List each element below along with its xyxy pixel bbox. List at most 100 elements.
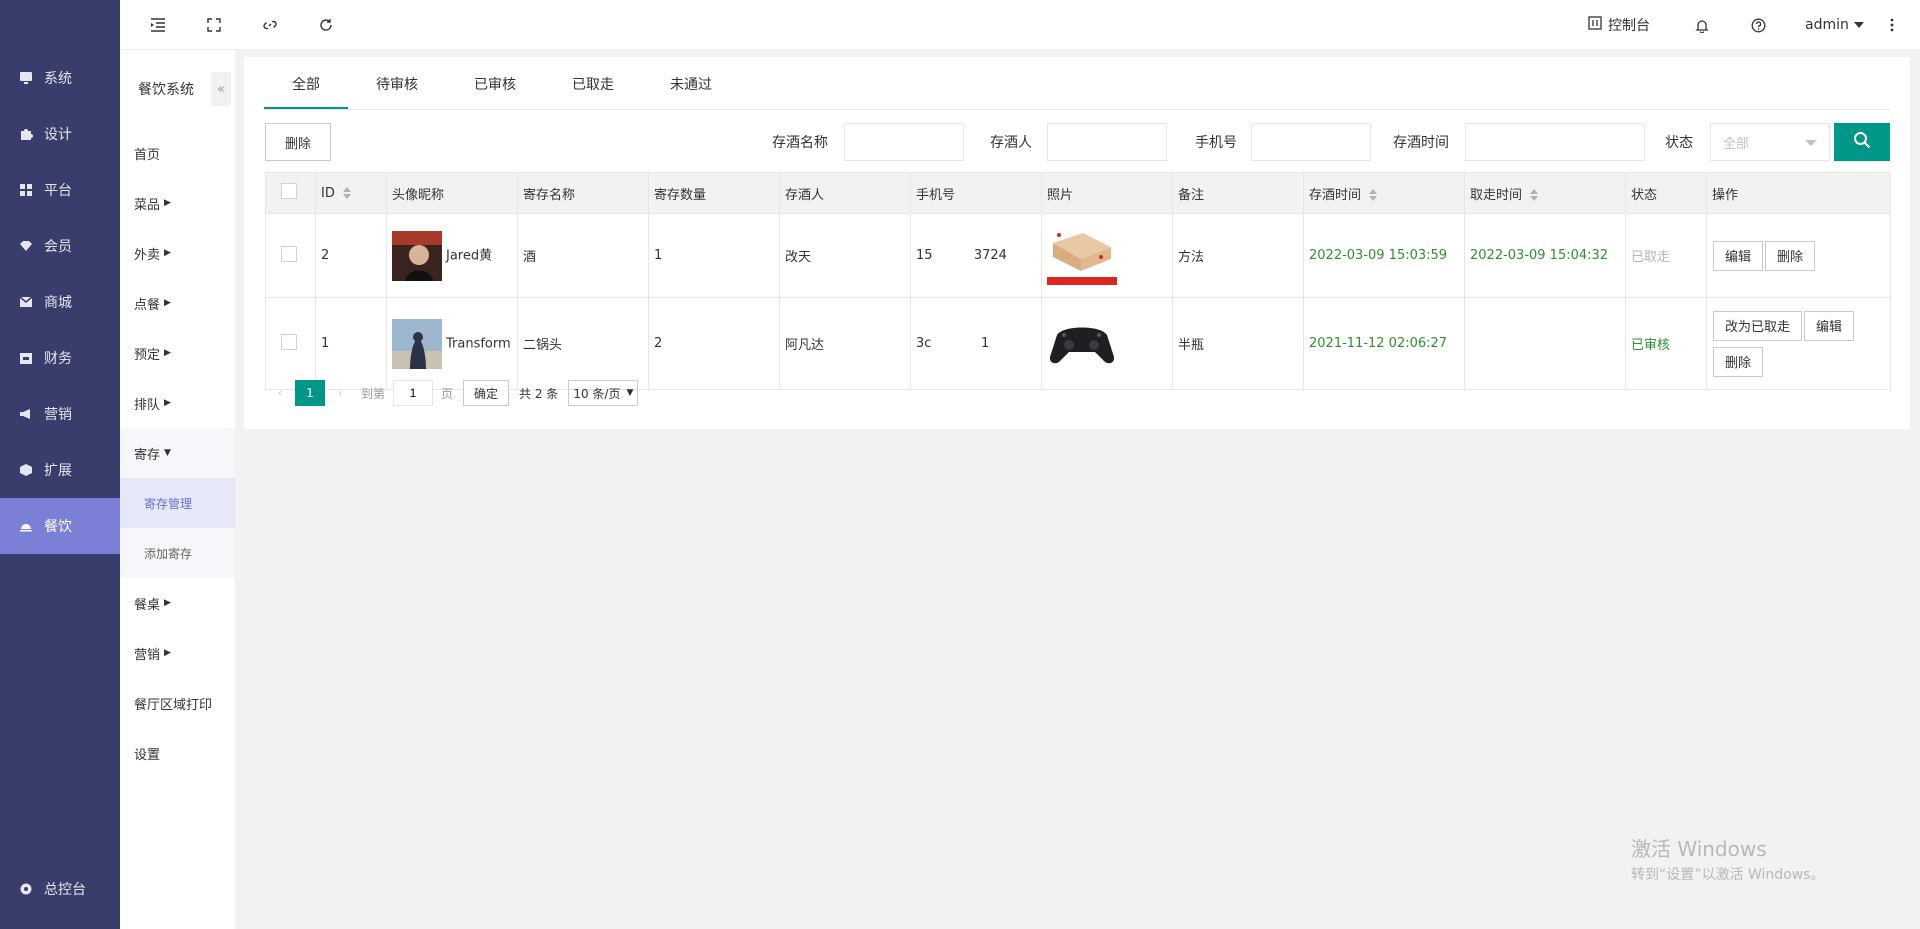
nav-item-mall[interactable]: 商城 <box>0 274 120 330</box>
subnav-item-label: 寄存 <box>134 447 161 463</box>
collapse-button[interactable]: « <box>211 72 231 106</box>
subnav-item-home[interactable]: 首页 <box>120 128 235 178</box>
refresh-icon[interactable] <box>316 15 336 35</box>
nav-item-dashboard[interactable]: 总控台 <box>0 861 120 917</box>
sort-icon[interactable] <box>342 187 351 199</box>
row-checkbox[interactable] <box>281 333 297 350</box>
nav-item-platform[interactable]: 平台 <box>0 162 120 218</box>
sort-icon[interactable] <box>1369 189 1378 201</box>
next-page-icon[interactable]: › <box>325 380 355 406</box>
filter-status-value: 全部 <box>1723 136 1750 152</box>
edit-button[interactable]: 编辑 <box>1804 310 1855 341</box>
row-checkbox[interactable] <box>281 245 297 262</box>
cloche-icon <box>18 518 34 534</box>
page-current[interactable]: 1 <box>295 380 325 406</box>
filter-status-label: 状态 <box>1665 135 1693 151</box>
goto-page-input[interactable] <box>393 380 434 406</box>
prev-page-icon[interactable]: ‹ <box>265 380 295 406</box>
subnav-child-add-storage[interactable]: 添加寄存 <box>120 528 235 578</box>
chevron-down-icon: ▼ <box>626 388 634 398</box>
subnav-title-row: 餐饮系统 « <box>120 50 235 128</box>
cell-avatar-nickname: Jared黄 <box>386 213 518 298</box>
nav-item-system[interactable]: 系统 <box>0 50 120 106</box>
watermark-line1: 激活 Windows <box>1631 837 1767 861</box>
subnav-item-queue[interactable]: 排队 ▶ <box>120 378 235 428</box>
console-link[interactable]: 控制台 <box>1588 0 1650 50</box>
user-menu[interactable]: admin <box>1805 0 1864 50</box>
page-label: 页 <box>441 386 454 401</box>
sort-icon[interactable] <box>1530 189 1539 201</box>
help-icon[interactable] <box>1751 0 1766 50</box>
caret-right-icon: ▶ <box>164 348 171 358</box>
subnav-item-marketing[interactable]: 营销 ▶ <box>120 628 235 678</box>
bell-icon[interactable] <box>1695 0 1709 50</box>
cell-note: 半瓶 <box>1172 297 1304 390</box>
logo-area <box>0 0 120 50</box>
header-note: 备注 <box>1172 172 1304 214</box>
select-all-checkbox[interactable] <box>281 183 297 199</box>
cell-ops: 编辑 删除 <box>1706 213 1891 298</box>
fullscreen-icon[interactable] <box>204 15 224 35</box>
subnav-item-label: 餐厅区域打印 <box>134 697 213 713</box>
subnav-child-storage-manage[interactable]: 寄存管理 <box>120 478 235 528</box>
more-icon[interactable] <box>1890 0 1894 50</box>
cell-nickname: Transform <box>446 336 511 351</box>
subnav-item-dishes[interactable]: 菜品 ▶ <box>120 178 235 228</box>
subnav-item-tables[interactable]: 餐桌 ▶ <box>120 578 235 628</box>
nav-item-extend[interactable]: 扩展 <box>0 442 120 498</box>
delete-button[interactable]: 删除 <box>1713 346 1764 377</box>
bulk-delete-button[interactable]: 删除 <box>265 123 331 161</box>
tab-taken[interactable]: 已取走 <box>544 57 642 109</box>
subnav-item-storage[interactable]: 寄存 ▼ <box>120 428 235 478</box>
console-icon <box>1588 16 1602 34</box>
subnav-item-settings[interactable]: 设置 <box>120 728 235 778</box>
header-take-time[interactable]: 取走时间 <box>1464 172 1626 214</box>
table-row: 1 Transform 二锅头 2 阿凡达 3c 1 半瓶 2021-11-12… <box>265 297 1891 390</box>
subnav-item-area-print[interactable]: 餐厅区域打印 <box>120 678 235 728</box>
filter-phone-input[interactable] <box>1251 123 1371 161</box>
puzzle-icon <box>18 126 34 142</box>
cell-name: 二锅头 <box>517 297 649 390</box>
delete-button[interactable]: 删除 <box>1765 240 1816 271</box>
tab-pending[interactable]: 待审核 <box>348 57 446 109</box>
header-photo: 照片 <box>1041 172 1173 214</box>
header-id[interactable]: ID <box>315 172 387 214</box>
filter-time-input[interactable] <box>1465 123 1645 161</box>
filter-name-input[interactable] <box>844 123 964 161</box>
menu-toggle-icon[interactable] <box>148 15 168 35</box>
subnav-item-order[interactable]: 点餐 ▶ <box>120 278 235 328</box>
per-page-select[interactable]: 10 条/页 ▼ <box>568 380 639 406</box>
subnav-item-label: 设置 <box>134 747 161 763</box>
photo-gamepad <box>1047 316 1117 371</box>
tab-all[interactable]: 全部 <box>264 57 348 109</box>
mark-taken-button[interactable]: 改为已取走 <box>1713 310 1803 341</box>
header-ops: 操作 <box>1706 172 1891 214</box>
nav-item-marketing[interactable]: 营销 <box>0 386 120 442</box>
nav-item-label: 平台 <box>44 183 72 199</box>
nav-item-member[interactable]: 会员 <box>0 218 120 274</box>
nav-item-finance[interactable]: 财务 <box>0 330 120 386</box>
main-sidebar: 系统 设计 平台 会员 商城 财务 营销 扩展 餐饮 总控台 <box>0 0 120 929</box>
header-store-time[interactable]: 存酒时间 <box>1303 172 1465 214</box>
nav-item-label: 总控台 <box>44 882 86 898</box>
cell-name: 酒 <box>517 213 649 298</box>
cell-person: 阿凡达 <box>779 297 911 390</box>
filter-status-select[interactable]: 全部 <box>1710 123 1830 161</box>
subnav-item-takeout[interactable]: 外卖 ▶ <box>120 228 235 278</box>
nav-item-catering[interactable]: 餐饮 <box>0 498 120 554</box>
tab-rejected[interactable]: 未通过 <box>642 57 740 109</box>
row-checkbox-cell <box>265 213 316 298</box>
subnav-item-label: 排队 <box>134 397 161 413</box>
goto-confirm-button[interactable]: 确定 <box>463 380 510 406</box>
tab-approved[interactable]: 已审核 <box>446 57 544 109</box>
cell-photo <box>1041 297 1173 390</box>
subnav-item-reserve[interactable]: 预定 ▶ <box>120 328 235 378</box>
nav-item-design[interactable]: 设计 <box>0 106 120 162</box>
edit-button[interactable]: 编辑 <box>1713 240 1764 271</box>
search-button[interactable] <box>1834 123 1890 161</box>
cell-qty: 1 <box>648 213 780 298</box>
cell-id: 2 <box>315 213 387 298</box>
link-icon[interactable] <box>260 15 280 35</box>
filter-person-input[interactable] <box>1047 123 1167 161</box>
nav-item-label: 财务 <box>44 351 72 367</box>
